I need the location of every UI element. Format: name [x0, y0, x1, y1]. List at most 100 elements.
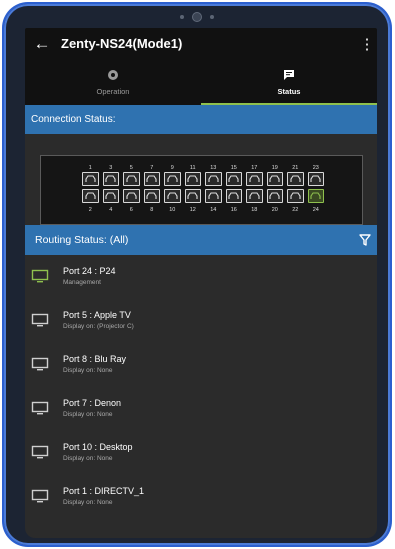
ethernet-port-icon [126, 192, 137, 199]
ethernet-port-icon [85, 192, 96, 199]
port-number-label: 21 [292, 165, 299, 171]
ethernet-port-9[interactable] [164, 172, 181, 186]
ethernet-port-icon [249, 175, 260, 182]
ethernet-port-icon [310, 175, 321, 182]
routing-item-subtitle: Display on: None [63, 411, 113, 418]
routing-status-header: Routing Status: (All) [25, 225, 377, 255]
sensor-dot [210, 15, 214, 19]
bottom-port-numbers: 2 4 6 8 10 12 14 16 18 20 22 24 [82, 206, 324, 214]
ethernet-port-icon [269, 175, 280, 182]
port-number-label: 19 [271, 165, 278, 171]
port-number-label: 10 [169, 207, 176, 213]
gear-icon [108, 69, 118, 80]
ethernet-port-13[interactable] [205, 172, 222, 186]
ethernet-port-icon [249, 192, 260, 199]
routing-item-title: Port 24 : P24 [63, 266, 116, 276]
ethernet-port-1[interactable] [82, 172, 99, 186]
ethernet-port-icon [167, 192, 178, 199]
port-number-label: 12 [189, 207, 196, 213]
ethernet-port-icon [126, 175, 137, 182]
tab-operation-label: Operation [96, 86, 130, 96]
tab-status[interactable]: Status [201, 59, 377, 105]
tablet-frame: ← Zenty-NS24(Mode1) ⋮ Operation Status C… [4, 4, 390, 545]
ethernet-port-3[interactable] [102, 172, 119, 186]
ethernet-port-11[interactable] [184, 172, 201, 186]
ethernet-port-22[interactable] [287, 189, 304, 203]
port-number-label: 22 [292, 207, 299, 213]
routing-item-title: Port 5 : Apple TV [63, 310, 131, 320]
ethernet-port-16[interactable] [225, 189, 242, 203]
monitor-icon [31, 401, 49, 415]
port-number-label: 5 [129, 165, 133, 171]
routing-list-item[interactable]: Port 10 : Desktop Display on: None [25, 439, 377, 483]
ethernet-port-17[interactable] [246, 172, 263, 186]
routing-item-subtitle: Display on: None [63, 499, 113, 506]
routing-item-title: Port 10 : Desktop [63, 442, 133, 452]
ethernet-port-icon [228, 192, 239, 199]
routing-item-title: Port 7 : Denon [63, 398, 122, 408]
port-number-label: 7 [150, 165, 154, 171]
ethernet-port-10[interactable] [164, 189, 181, 203]
routing-list-item[interactable]: Port 8 : Blu Ray Display on: None [25, 351, 377, 395]
routing-list-item[interactable]: Port 5 : Apple TV Display on: (Projector … [25, 307, 377, 351]
port-number-label: 17 [251, 165, 258, 171]
filter-icon[interactable] [359, 234, 371, 246]
routing-item-text: Port 1 : DIRECTV_1 Display on: None [63, 483, 144, 506]
ethernet-port-4[interactable] [102, 189, 119, 203]
routing-list-item[interactable]: Port 24 : P24 Management [25, 263, 377, 307]
ethernet-port-icon [187, 175, 198, 182]
routing-item-text: Port 24 : P24 Management [63, 263, 116, 286]
ethernet-port-21[interactable] [287, 172, 304, 186]
port-number-label: 9 [170, 165, 174, 171]
ethernet-port-12[interactable] [184, 189, 201, 203]
camera-bar [4, 12, 390, 22]
ethernet-port-2[interactable] [82, 189, 99, 203]
ethernet-port-24[interactable] [307, 189, 324, 203]
tab-operation[interactable]: Operation [25, 59, 201, 105]
ethernet-port-5[interactable] [123, 172, 140, 186]
monitor-icon [31, 269, 49, 283]
port-number-label: 11 [189, 165, 196, 171]
ethernet-port-icon [310, 192, 321, 199]
sensor-dot [180, 15, 184, 19]
routing-item-title: Port 8 : Blu Ray [63, 354, 127, 364]
active-tab-indicator [201, 103, 377, 105]
ethernet-port-8[interactable] [143, 189, 160, 203]
bottom-port-row [82, 189, 324, 206]
ethernet-port-icon [146, 175, 157, 182]
routing-item-text: Port 8 : Blu Ray Display on: None [63, 351, 126, 374]
ethernet-port-20[interactable] [266, 189, 283, 203]
ethernet-port-icon [290, 192, 301, 199]
top-port-row [82, 172, 324, 189]
routing-item-subtitle: Management [63, 279, 101, 286]
monitor-icon [31, 489, 49, 503]
ethernet-port-icon [228, 175, 239, 182]
routing-item-text: Port 7 : Denon Display on: None [63, 395, 121, 418]
ethernet-port-23[interactable] [307, 172, 324, 186]
ethernet-port-icon [290, 175, 301, 182]
port-number-label: 20 [271, 207, 278, 213]
port-number-label: 4 [109, 207, 113, 213]
port-number-label: 15 [230, 165, 237, 171]
overflow-menu-icon[interactable]: ⋮ [359, 35, 375, 53]
port-number-label: 23 [312, 165, 319, 171]
app-screen: ← Zenty-NS24(Mode1) ⋮ Operation Status C… [25, 28, 377, 538]
ethernet-port-14[interactable] [205, 189, 222, 203]
top-port-numbers: 1 3 5 7 9 11 13 15 17 19 21 23 [82, 164, 324, 172]
ethernet-port-6[interactable] [123, 189, 140, 203]
routing-list-item[interactable]: Port 7 : Denon Display on: None [25, 395, 377, 439]
tab-bar: Operation Status [25, 59, 377, 105]
ethernet-port-7[interactable] [143, 172, 160, 186]
ethernet-port-19[interactable] [266, 172, 283, 186]
routing-list-item[interactable]: Port 1 : DIRECTV_1 Display on: None [25, 483, 377, 527]
ethernet-port-icon [167, 175, 178, 182]
routing-item-title: Port 1 : DIRECTV_1 [63, 486, 145, 496]
port-grid: 1 3 5 7 9 11 13 15 17 19 21 23 2 4 6 8 10 12 14 16 18 20 22 24 [82, 164, 324, 214]
monitor-icon [31, 313, 49, 327]
back-arrow-icon[interactable]: ← [31, 34, 53, 54]
ethernet-port-18[interactable] [246, 189, 263, 203]
routing-list: Port 24 : P24 Management Port 5 : Apple TV… [25, 255, 377, 527]
ethernet-port-15[interactable] [225, 172, 242, 186]
port-number-label: 2 [88, 207, 92, 213]
monitor-icon [31, 445, 49, 459]
